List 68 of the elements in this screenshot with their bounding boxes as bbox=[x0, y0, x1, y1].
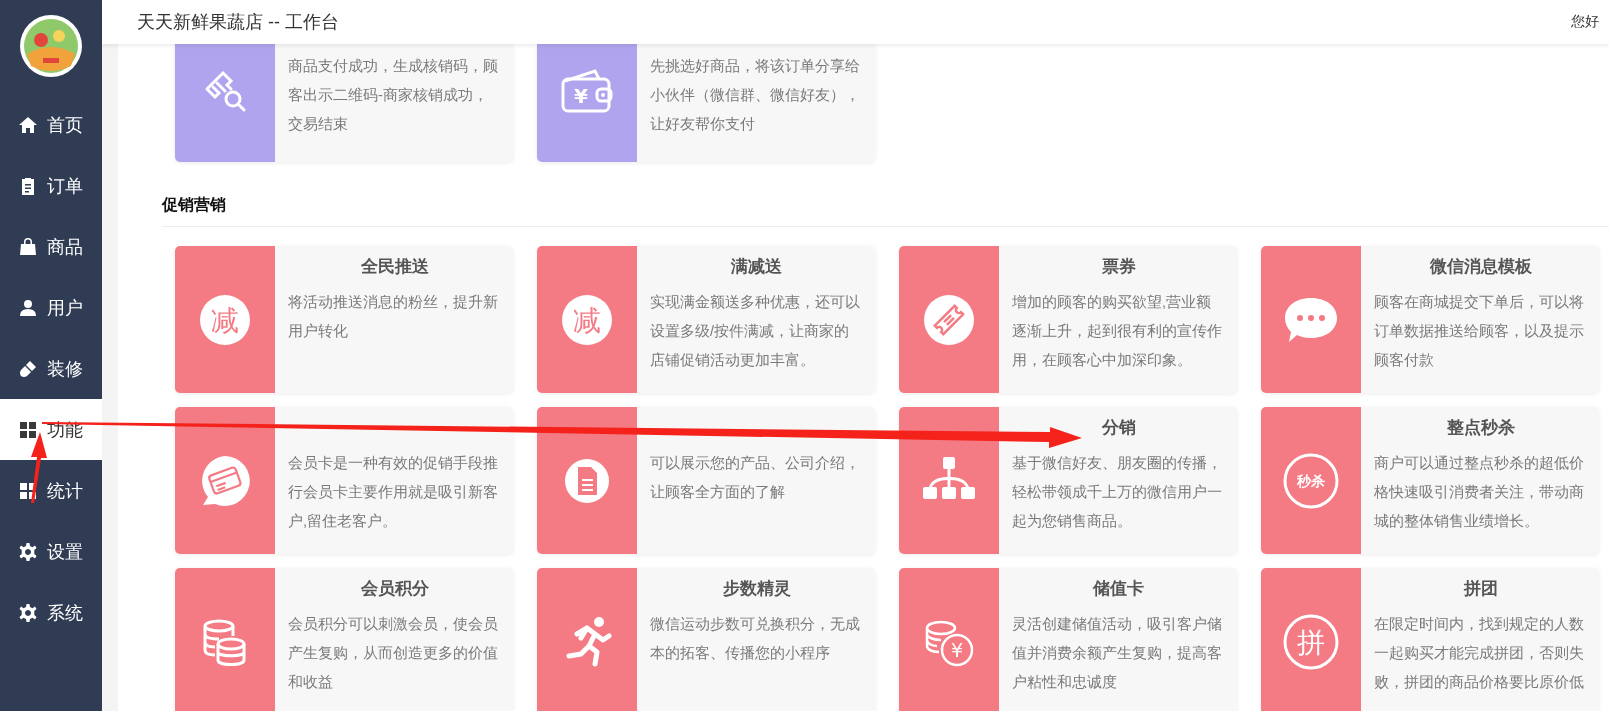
feature-card[interactable]: ¥ 先挑选好商品，将该订单分享给小伙伴（微信群、微信好友），让好友帮你支付 bbox=[537, 44, 875, 162]
home-icon bbox=[18, 114, 38, 135]
card-title: 储值卡 bbox=[1092, 578, 1145, 600]
feature-card[interactable]: 票券 增加的顾客的购买欲望,营业额逐渐上升，起到很有利的宣传作用，在顾客心中加深印象。 bbox=[899, 246, 1237, 393]
nav-item[interactable]: 商品 bbox=[0, 216, 102, 277]
card-description: 将活动推送消息的粉丝，提升新用户转化 bbox=[288, 293, 499, 341]
card-description: 实现满金额送多种优惠，还可以设置多级/按件满减，让商家的店铺促销活动更加丰富。 bbox=[650, 293, 861, 370]
user-icon bbox=[18, 297, 38, 318]
circle-badge-icon: 秒杀 bbox=[1283, 453, 1339, 508]
database-icon bbox=[203, 619, 246, 666]
card-title: 整点秒杀 bbox=[1445, 417, 1516, 439]
card-description: 基于微信好友、朋友圈的传播，轻松带领成千上万的微信用户一起为您销售商品。 bbox=[1012, 454, 1223, 531]
card-description: 商品支付成功，生成核销码，顾客出示二维码-商家核销成功，交易结束 bbox=[288, 57, 499, 134]
feature-card[interactable]: 减 满减送 实现满金额送多种优惠，还可以设置多级/按件满减，让商家的店铺促销活动更加丰富。 bbox=[537, 246, 875, 393]
card-title: 会员积分 bbox=[359, 578, 430, 600]
bag-icon bbox=[18, 236, 38, 257]
card-title: 微信消息模板 bbox=[1428, 256, 1533, 278]
nav-item[interactable]: 设置 bbox=[0, 521, 102, 582]
card-description: 顾客在商城提交下单后，可以将订单数据推送给顾客，以及提示顾客付款 bbox=[1374, 293, 1585, 370]
card-title: 拼团 bbox=[1462, 578, 1499, 600]
card-title: 满减送 bbox=[730, 256, 783, 278]
nav-item[interactable]: 订单 bbox=[0, 155, 102, 216]
card-description: 灵活创建储值活动，吸引客户储值并消费余额产生复购，提高客户粘性和忠诚度 bbox=[1012, 615, 1223, 692]
nav-item[interactable]: 系统 bbox=[0, 582, 102, 643]
card-description: 商户可以通过整点秒杀的超低价格快速吸引消费者关注，带动商城的整体销售业绩增长。 bbox=[1374, 454, 1585, 531]
card-description: 先挑选好商品，将该订单分享给小伙伴（微信群、微信好友），让好友帮你支付 bbox=[650, 57, 861, 134]
feature-card[interactable]: 微信消息模板 顾客在商城提交下单后，可以将订单数据推送给顾客，以及提示顾客付款 bbox=[1261, 246, 1599, 393]
feature-card[interactable]: 分销 基于微信好友、朋友圈的传播，轻松带领成千上万的微信用户一起为您销售商品。 bbox=[899, 407, 1237, 554]
circle-badge-icon: 拼 bbox=[1283, 614, 1339, 669]
card-description: 增加的顾客的购买欲望,营业额逐渐上升，起到很有利的宣传作用，在顾客心中加深印象。 bbox=[1012, 293, 1223, 370]
card-title: 分销 bbox=[1100, 417, 1137, 439]
feature-card[interactable]: 会员卡是一种有效的促销手段推行会员卡主要作用就是吸引新客户,留住老客户。 bbox=[175, 407, 513, 554]
card-description: 会员积分可以刺激会员，使会员产生复购，从而创造更多的价值和收益 bbox=[288, 615, 499, 692]
greeting-text: 您好 bbox=[1571, 13, 1599, 31]
nav-item[interactable]: 装修 bbox=[0, 338, 102, 399]
feature-card[interactable]: 拼 拼团 在限定时间内，找到规定的人数一起购买才能完成拼团，否则失败，拼团的商品价格要比原价低 bbox=[1261, 568, 1599, 711]
nav-item[interactable]: 用户 bbox=[0, 277, 102, 338]
card-description: 微信运动步数可兑换积分，无成本的拓客、传播您的小程序 bbox=[650, 615, 861, 663]
card-title: 步数精灵 bbox=[721, 578, 792, 600]
org-chart-icon bbox=[923, 456, 975, 499]
card-bubble-icon bbox=[202, 455, 250, 506]
feature-card[interactable]: 秒杀 整点秒杀 商户可以通过整点秒杀的超低价格快速吸引消费者关注，带动商城的整体销售业绩增长。 bbox=[1261, 407, 1599, 554]
card-title: 票券 bbox=[1100, 256, 1137, 278]
section-heading: 促销营销 bbox=[162, 195, 1609, 227]
document-icon bbox=[565, 458, 609, 503]
page-title: 天天新鲜果蔬店 -- 工作台 bbox=[137, 11, 339, 34]
store-logo bbox=[19, 14, 83, 78]
feature-card[interactable]: 商品支付成功，生成核销码，顾客出示二维码-商家核销成功，交易结束 bbox=[175, 44, 513, 162]
chat-bubble-icon bbox=[1285, 297, 1337, 342]
card-description: 在限定时间内，找到规定的人数一起购买才能完成拼团，否则失败，拼团的商品价格要比原价低 bbox=[1374, 615, 1585, 692]
card-description: 会员卡是一种有效的促销手段推行会员卡主要作用就是吸引新客户,留住老客户。 bbox=[288, 454, 499, 531]
brush-icon bbox=[18, 358, 38, 379]
feature-card[interactable]: 步数精灵 微信运动步数可兑换积分，无成本的拓客、传播您的小程序 bbox=[537, 568, 875, 711]
feature-card[interactable]: 可以展示您的产品、公司介绍，让顾客全方面的了解 bbox=[537, 407, 875, 554]
card-description: 可以展示您的产品、公司介绍，让顾客全方面的了解 bbox=[650, 454, 861, 502]
ticket-icon bbox=[924, 294, 974, 345]
card-title: 全民推送 bbox=[359, 256, 430, 278]
grid-icon bbox=[18, 419, 38, 440]
settings-icon bbox=[18, 541, 38, 562]
ticket-search-icon bbox=[205, 70, 246, 112]
nav-item[interactable]: 首页 bbox=[0, 94, 102, 155]
feature-card[interactable]: 会员积分 会员积分可以刺激会员，使会员产生复购，从而创造更多的价值和收益 bbox=[175, 568, 513, 711]
feature-card[interactable]: 减 全民推送 将活动推送消息的粉丝，提升新用户转化 bbox=[175, 246, 513, 393]
runner-icon bbox=[566, 616, 612, 666]
reduce-badge-icon: 减 bbox=[200, 294, 250, 345]
reduce-badge-icon: 减 bbox=[562, 294, 612, 345]
feature-card[interactable]: ¥ 储值卡 灵活创建储值活动，吸引客户储值并消费余额产生复购，提高客户粘性和忠诚度 bbox=[899, 568, 1237, 711]
settings-icon bbox=[18, 602, 38, 623]
